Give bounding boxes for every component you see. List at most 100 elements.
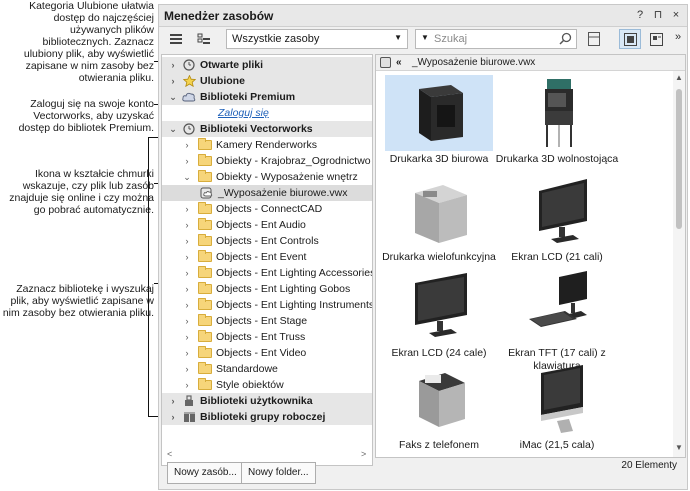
tree-label: Objects - Ent Lighting Accessories	[216, 267, 373, 279]
tree-category[interactable]: › Biblioteki użytkownika	[162, 393, 372, 409]
tree-file[interactable]: _Wyposażenie biurowe.vwx	[162, 185, 372, 201]
detail-view-icon[interactable]	[645, 29, 667, 49]
tree-label: Biblioteki użytkownika	[200, 395, 313, 407]
chevron-right-icon[interactable]: ›	[182, 313, 192, 329]
resource-name: Ekran LCD (21 cali)	[511, 251, 603, 263]
search-icon[interactable]	[559, 32, 572, 48]
chevron-right-icon[interactable]: ›	[182, 361, 192, 377]
tree-label: Objects - Ent Controls	[216, 235, 319, 247]
tree-label: _Wyposażenie biurowe.vwx	[218, 187, 348, 199]
resource-filter-dropdown[interactable]: Wszystkie zasoby ▼	[226, 29, 408, 49]
chevron-right-icon[interactable]: ›	[182, 249, 192, 265]
tree-folder[interactable]: › Objects - Ent Stage	[162, 313, 372, 329]
help-icon[interactable]: ?	[633, 8, 647, 22]
chevron-right-icon[interactable]: ›	[182, 153, 192, 169]
scroll-thumb[interactable]	[676, 89, 682, 229]
list-view-icon[interactable]	[165, 29, 187, 49]
chevron-right-icon[interactable]: ›	[182, 281, 192, 297]
tree-view-icon[interactable]	[193, 29, 215, 49]
overflow-icon[interactable]: »	[671, 30, 685, 44]
clock-icon	[182, 123, 196, 135]
tree-category[interactable]: ⌄ Biblioteki Premium	[162, 89, 372, 105]
chevron-down-icon[interactable]: ⌄	[182, 169, 192, 185]
tree-folder[interactable]: › Objects - Ent Lighting Accessories	[162, 265, 373, 281]
tree-label: Objects - Ent Stage	[216, 315, 308, 327]
resource-tile[interactable]: Ekran LCD (21 cali)	[498, 173, 616, 281]
scroll-right-icon[interactable]: >	[361, 449, 366, 459]
chevron-right-icon[interactable]: ›	[182, 377, 192, 393]
tree-label: Obiekty - Wyposażenie wnętrz	[216, 171, 358, 183]
filter-value: Wszystkie zasoby	[232, 33, 320, 45]
chevron-right-icon[interactable]: ›	[182, 137, 192, 153]
chevron-right-icon[interactable]: ›	[182, 345, 192, 361]
tree-folder[interactable]: › Obiekty - Krajobraz_Ogrodnictwo	[162, 153, 372, 169]
new-folder-button[interactable]: Nowy folder...	[241, 462, 316, 484]
thumbnail-view-icon[interactable]	[619, 29, 641, 49]
tree-folder[interactable]: › Objects - Ent Lighting Instruments	[162, 297, 372, 313]
back-icon[interactable]: «	[396, 55, 402, 71]
tree-category[interactable]: › Biblioteki grupy roboczej	[162, 409, 372, 425]
resource-tile[interactable]: Drukarka 3D wolnostojąca	[496, 75, 618, 183]
chevron-down-icon[interactable]: ⌄	[168, 89, 178, 105]
chevron-right-icon[interactable]: ›	[182, 329, 192, 345]
resource-tile[interactable]: Drukarka 3D biurowa	[380, 75, 498, 183]
chevron-right-icon[interactable]: ›	[182, 217, 192, 233]
login-link[interactable]: Zaloguj się	[218, 105, 269, 121]
tree-category[interactable]: › Otwarte pliki	[162, 57, 372, 73]
resource-tile[interactable]: iMac (21,5 cala)	[498, 361, 616, 457]
split-view-icon[interactable]	[583, 29, 605, 49]
chevron-down-icon[interactable]: ⌄	[168, 121, 178, 137]
scroll-down-icon[interactable]: ▼	[673, 443, 685, 452]
pin-icon[interactable]: ⊓	[651, 8, 665, 22]
folder-icon	[198, 346, 212, 358]
tree-folder[interactable]: › Standardowe	[162, 361, 372, 377]
path-bar: « _Wyposażenie biurowe.vwx	[376, 55, 685, 71]
resource-tile[interactable]: Faks z telefonem	[380, 361, 498, 457]
chevron-right-icon[interactable]: ›	[168, 409, 178, 425]
tree-folder[interactable]: › Objects - ConnectCAD	[162, 201, 372, 217]
folder-icon	[198, 218, 212, 230]
chevron-right-icon[interactable]: ›	[168, 393, 178, 409]
login-link-row[interactable]: Zaloguj się	[162, 105, 372, 121]
chevron-right-icon[interactable]: ›	[182, 297, 192, 313]
resource-vscrollbar[interactable]: ▲ ▼	[673, 71, 685, 457]
chevron-right-icon[interactable]: ›	[168, 57, 178, 73]
tree-folder[interactable]: › Objects - Ent Controls	[162, 233, 372, 249]
3d-printer-icon	[385, 75, 493, 151]
close-icon[interactable]: ×	[669, 8, 683, 22]
panel-title: Menedżer zasobów	[164, 9, 274, 23]
tree-category[interactable]: ⌄ Biblioteki Vectorworks	[162, 121, 372, 137]
tree-folder[interactable]: › Style obiektów	[162, 377, 372, 393]
folder-icon	[198, 266, 212, 278]
new-resource-button[interactable]: Nowy zasób...	[167, 462, 244, 484]
folder-icon	[198, 154, 212, 166]
tree-folder[interactable]: ⌄ Obiekty - Wyposażenie wnętrz	[162, 169, 372, 185]
tree-category[interactable]: › Ulubione	[162, 73, 372, 89]
clock-icon	[182, 59, 196, 71]
chevron-right-icon[interactable]: ›	[168, 73, 178, 89]
scroll-left-icon[interactable]: <	[167, 449, 172, 459]
tree-folder[interactable]: › Objects - Ent Event	[162, 249, 372, 265]
chevron-down-icon[interactable]: ▼	[421, 33, 429, 42]
search-input[interactable]: ▼ Szukaj	[415, 29, 577, 49]
scroll-up-icon[interactable]: ▲	[673, 73, 685, 82]
folder-icon	[198, 250, 212, 262]
tree-hscrollbar[interactable]: < >	[161, 449, 373, 463]
fax-icon	[385, 361, 493, 437]
folder-icon	[198, 282, 212, 294]
tree-folder[interactable]: › Objects - Ent Truss	[162, 329, 372, 345]
chevron-right-icon[interactable]: ›	[182, 201, 192, 217]
folder-icon	[198, 330, 212, 342]
chevron-right-icon[interactable]: ›	[182, 233, 192, 249]
tree-label: Biblioteki Premium	[200, 91, 296, 103]
chevron-right-icon[interactable]: ›	[182, 265, 192, 281]
resource-tile[interactable]: Drukarka wielofunkcyjna	[380, 173, 498, 281]
folder-icon	[198, 170, 212, 182]
folder-icon	[198, 138, 212, 150]
tree-folder[interactable]: › Objects - Ent Video	[162, 345, 372, 361]
toolbar: Wszystkie zasoby ▼ ▼ Szukaj »	[159, 27, 687, 53]
tree-folder[interactable]: › Objects - Ent Lighting Gobos	[162, 281, 372, 297]
tree-label: Biblioteki grupy roboczej	[200, 411, 326, 423]
tree-folder[interactable]: › Objects - Ent Audio	[162, 217, 372, 233]
tree-folder[interactable]: › Kamery Renderworks	[162, 137, 372, 153]
